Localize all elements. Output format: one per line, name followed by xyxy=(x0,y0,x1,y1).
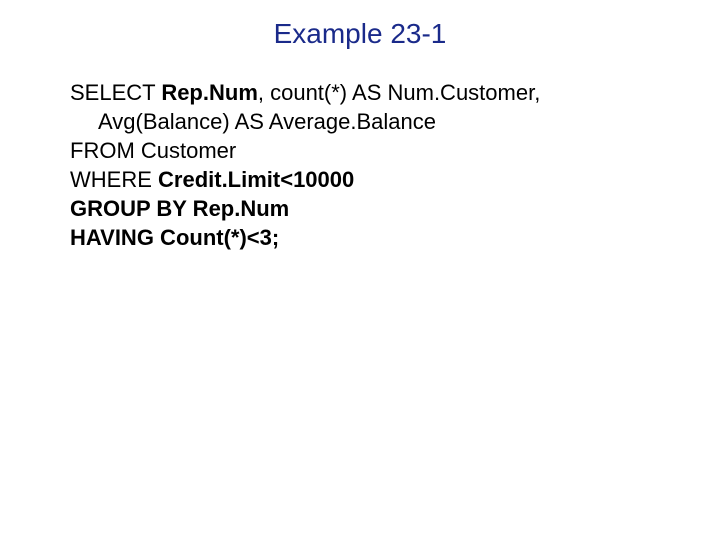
text: , count(*) AS Num.Customer, xyxy=(258,80,540,105)
text: SELECT xyxy=(70,80,161,105)
slide-title: Example 23-1 xyxy=(0,18,720,50)
group-col: Rep.Num xyxy=(187,196,290,221)
keyword-repnum: Rep.Num xyxy=(161,80,258,105)
sql-line-4: WHERE Credit.Limit<10000 xyxy=(70,165,660,194)
keyword-from: FROM xyxy=(70,138,135,163)
text: Avg(Balance) AS Average.Balance xyxy=(98,109,436,134)
condition-credit: Credit.Limit<10000 xyxy=(152,167,354,192)
keyword-groupby: GROUP BY xyxy=(70,196,187,221)
keyword-where: WHERE xyxy=(70,167,152,192)
sql-body: SELECT Rep.Num, count(*) AS Num.Customer… xyxy=(70,78,660,252)
keyword-having: HAVING xyxy=(70,225,154,250)
text: Customer xyxy=(135,138,236,163)
sql-line-2: Avg(Balance) AS Average.Balance xyxy=(70,107,660,136)
slide: Example 23-1 SELECT Rep.Num, count(*) AS… xyxy=(0,0,720,540)
sql-line-3: FROM Customer xyxy=(70,136,660,165)
having-cond: Count(*)<3; xyxy=(154,225,279,250)
sql-line-5: GROUP BY Rep.Num xyxy=(70,194,660,223)
sql-line-6: HAVING Count(*)<3; xyxy=(70,223,660,252)
sql-line-1: SELECT Rep.Num, count(*) AS Num.Customer… xyxy=(70,78,660,107)
